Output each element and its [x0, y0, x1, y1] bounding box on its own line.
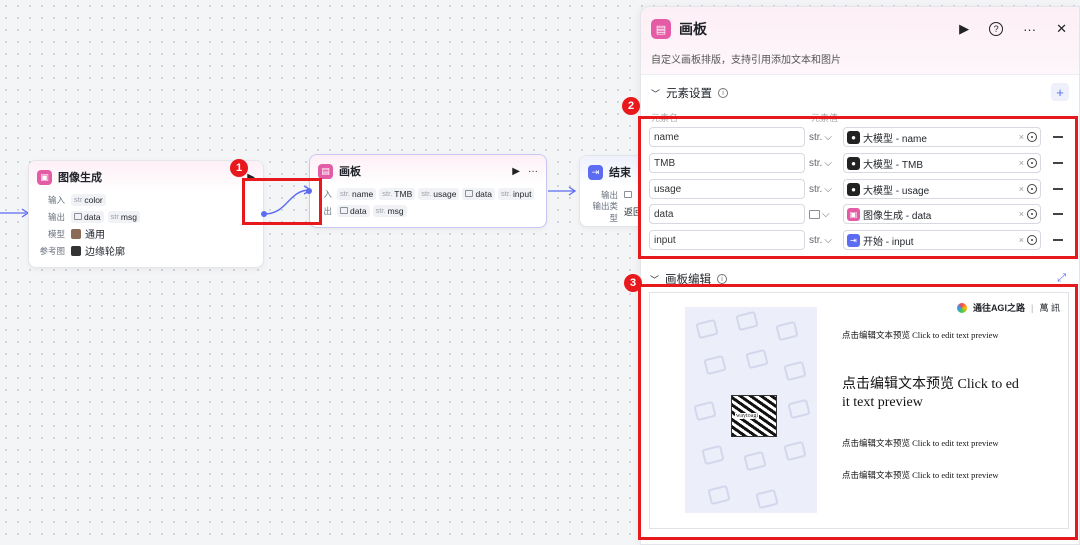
panel-title: 画板 — [679, 21, 707, 37]
run-icon[interactable]: ▶ — [512, 166, 520, 177]
canvas-icon: ▤ — [318, 163, 333, 179]
highlight-box-3 — [638, 284, 1078, 540]
tag-input: str. input — [497, 187, 535, 200]
tag-tmb: str. TMB — [379, 187, 416, 200]
image-gen-icon: ▣ — [37, 169, 52, 185]
edge-outline-icon — [71, 245, 81, 256]
row-input: 入 str. name str. TMB str. usage data str. in… — [310, 185, 546, 202]
badge-2: 2 — [622, 97, 640, 115]
edge-to-end[interactable] — [544, 183, 580, 199]
node-canvas[interactable]: ▤ 画板 ▶ ··· 入 str. name str. TMB str. usage d… — [309, 154, 547, 228]
highlight-box-2 — [638, 116, 1078, 259]
help-icon[interactable]: ? — [989, 22, 1004, 36]
add-element-button[interactable]: + — [1051, 83, 1069, 101]
node-image-generation[interactable]: ▣ 图像生成 ▶ 输入 str color 输出 data str msg 模型 通… — [28, 160, 264, 268]
badge-1: 1 — [230, 159, 248, 177]
row-input: 输入 str color — [29, 191, 263, 208]
canvas-icon: ▤ — [651, 19, 671, 39]
panel-header: ▤ 画板 ▶ ? ··· ✕ 自定义画板排版，支持引用添加文本和图片 — [641, 7, 1079, 75]
end-icon: ⇥ — [588, 164, 603, 180]
chevron-down-icon[interactable]: ﹀ — [651, 87, 660, 100]
row-output: 输出 data str msg — [29, 208, 263, 225]
section-elements-header[interactable]: ﹀ 元素设置 i — [651, 85, 729, 101]
run-icon[interactable]: ▶ — [959, 21, 969, 37]
badge-3: 3 — [624, 274, 642, 292]
tag-usage: str. usage — [418, 187, 460, 200]
info-icon[interactable]: i — [717, 274, 728, 284]
tag-color: str color — [71, 193, 106, 206]
panel-description: 自定义画板排版，支持引用添加文本和图片 — [651, 55, 841, 66]
row-output: 出 data str. msg — [310, 202, 546, 219]
image-type-icon — [74, 213, 82, 220]
tag-name: str. name — [337, 187, 377, 200]
info-icon[interactable]: i — [718, 88, 729, 98]
tag-data: data — [462, 187, 495, 200]
row-model: 模型 通用 — [47, 228, 105, 241]
model-avatar-icon — [71, 228, 81, 239]
row-reference: 参考图 边缘轮廓 — [39, 245, 125, 258]
tag-data-out: data — [337, 204, 370, 217]
more-icon[interactable]: ··· — [528, 166, 538, 177]
highlight-box-1 — [242, 178, 322, 225]
close-icon[interactable]: ✕ — [1056, 21, 1067, 37]
node-header: ▤ 画板 ▶ ··· — [310, 155, 546, 185]
tag-msg: str msg — [107, 210, 140, 223]
more-icon[interactable]: ··· — [1023, 22, 1036, 37]
tag-data: data — [71, 210, 104, 223]
node-header: ▣ 图像生成 ▶ — [29, 161, 263, 191]
node-title: 图像生成 — [58, 172, 102, 184]
tag-msg-out: str. msg — [372, 204, 407, 217]
